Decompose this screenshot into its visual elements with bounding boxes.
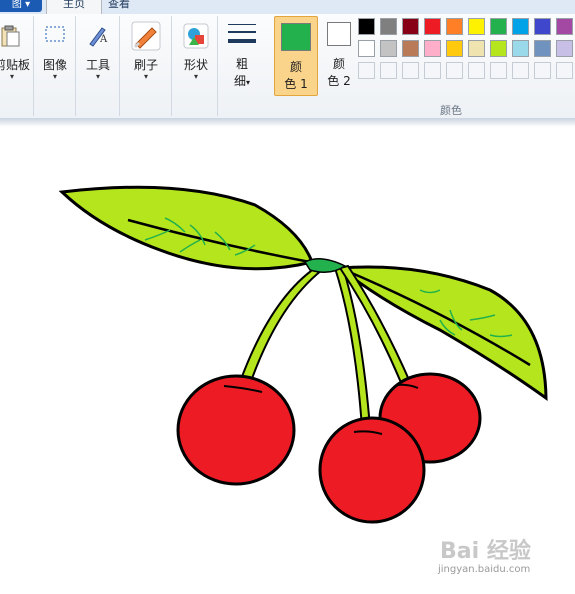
clipboard-button[interactable]: 剪贴板 ▾ [0,20,30,82]
color-palette [358,18,575,81]
color1-label-line1: 颜 [289,60,302,74]
color2-button[interactable]: 颜 色 2 [318,16,360,94]
brushes-group: 刷子 ▾ [121,16,172,116]
custom-color-slot[interactable] [556,62,573,79]
image-label: 图像 [42,58,67,72]
custom-color-slot[interactable] [446,62,463,79]
line-width-icon [226,18,258,50]
tab-strip: 图 ▾ 主页 查看 [0,0,575,15]
cherry-left [176,374,296,486]
custom-color-slot[interactable] [490,62,507,79]
custom-color-slot[interactable] [424,62,441,79]
drawing-canvas[interactable] [0,127,575,590]
chevron-down-icon: ▾ [95,72,100,81]
palette-swatch[interactable] [402,18,419,35]
paste-icon [0,20,28,52]
palette-swatch[interactable] [380,18,397,35]
color1-label: 颜 色 1 [275,59,317,93]
color2-label-line1: 颜 [332,57,345,71]
image-group: 图像 ▾ [35,16,76,116]
chevron-down-icon: ▾ [246,78,251,87]
tab-view[interactable]: 查看 [108,0,138,14]
palette-swatch[interactable] [446,18,463,35]
palette-swatch[interactable] [424,18,441,35]
custom-color-slot[interactable] [534,62,551,79]
image-button[interactable]: 图像 ▾ [37,20,73,82]
chevron-down-icon: ▾ [143,72,148,81]
palette-swatch[interactable] [534,40,551,57]
palette-swatch[interactable] [468,40,485,57]
brushes-label: 刷子 [133,58,158,72]
custom-color-slot[interactable] [358,62,375,79]
color1-label-line2: 色 1 [284,77,308,91]
size-label-line2: 细 [233,74,246,88]
size-label: 粗 细▾ [223,56,261,91]
palette-swatch[interactable] [380,40,397,57]
palette-swatch[interactable] [468,18,485,35]
file-menu-tab[interactable]: 图 ▾ [0,0,42,12]
chevron-down-icon: ▾ [52,72,57,81]
palette-swatch[interactable] [358,18,375,35]
palette-swatch[interactable] [490,18,507,35]
custom-color-slot[interactable] [512,62,529,79]
palette-swatch[interactable] [424,40,441,57]
color1-button[interactable]: 颜 色 1 [274,16,318,96]
stem-left [238,266,325,386]
shapes-icon [180,20,212,52]
svg-text:A: A [99,34,108,45]
color1-swatch [281,23,311,51]
palette-swatch[interactable] [490,40,507,57]
select-icon [39,20,71,52]
clipboard-group: 剪贴板 ▾ [0,16,34,116]
tools-group: A 工具 ▾ [77,16,120,116]
colors-group-caption: 颜色 [440,104,462,117]
palette-swatch[interactable] [512,40,529,57]
palette-swatch[interactable] [534,18,551,35]
cherry-drawing [58,185,548,524]
tab-home[interactable]: 主页 [46,0,102,15]
palette-swatch[interactable] [446,40,463,57]
size-label-line1: 粗 [235,57,248,71]
color2-label-line2: 色 2 [327,74,351,88]
palette-swatch[interactable] [358,40,375,57]
color2-label: 颜 色 2 [318,56,360,90]
tools-label: 工具 [85,58,110,72]
shapes-group: 形状 ▾ [175,16,218,116]
color2-swatch [327,22,351,46]
palette-swatch[interactable] [556,40,573,57]
baidu-paw-icon: Bai 经验 [440,538,531,564]
left-leaf [58,185,314,271]
shapes-button[interactable]: 形状 ▾ [178,20,214,82]
tools-button[interactable]: A 工具 ▾ [80,20,116,82]
tools-icon: A [82,20,114,52]
shapes-label: 形状 [183,58,208,72]
custom-color-slot[interactable] [468,62,485,79]
size-button[interactable]: 粗 细▾ [223,18,261,91]
cherry-middle [318,416,426,524]
custom-color-slot[interactable] [380,62,397,79]
chevron-down-icon: ▾ [9,72,14,81]
chevron-down-icon: ▾ [193,72,198,81]
palette-swatch[interactable] [556,18,573,35]
watermark-url: jingyan.baidu.com [438,564,531,575]
palette-swatch[interactable] [402,40,419,57]
custom-color-slot[interactable] [402,62,419,79]
ribbon: 剪贴板 ▾ 图像 ▾ A 工具 ▾ 刷子 ▾ 形状 ▾ 粗 细▾ 颜 色 1 颜… [0,14,575,119]
brush-icon [130,20,162,52]
ribbon-shadow [0,118,575,127]
palette-swatch[interactable] [512,18,529,35]
watermark-brand: Bai 经验 [440,538,531,564]
brushes-button[interactable]: 刷子 ▾ [126,20,166,82]
clipboard-label: 剪贴板 [0,58,31,72]
